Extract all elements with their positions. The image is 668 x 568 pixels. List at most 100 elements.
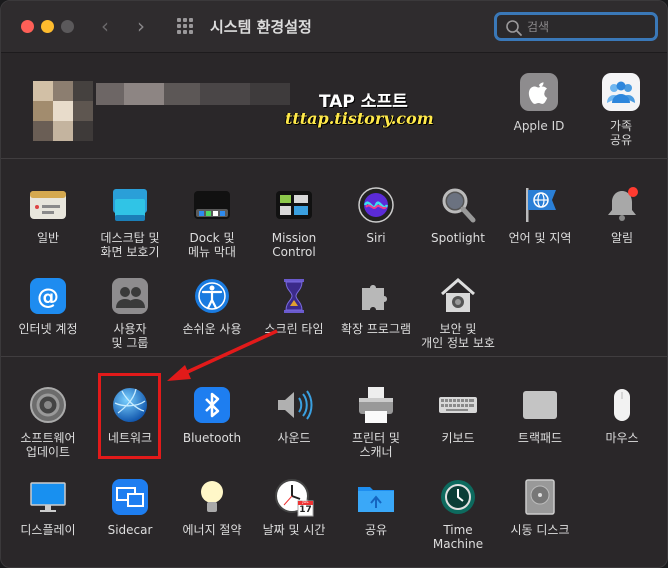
pane-sidecar[interactable]: Sidecar [89,477,171,537]
user-name-blurred [96,83,316,107]
sidecar-icon [110,477,150,517]
pane-label: 알림 [610,231,634,245]
pane-printers-scanners[interactable]: 프린터 및 스캐너 [335,385,417,459]
apple-id-pane[interactable]: Apple ID [499,73,579,133]
pane-label: 공유 [364,523,388,537]
pane-label: 시동 디스크 [510,523,570,537]
internet-accounts-icon: @ [28,276,68,316]
pane-screen-time[interactable]: 스크린 타임 [253,276,335,336]
date-month-label: JUL [302,499,309,504]
pane-label: 확장 프로그램 [340,322,412,336]
search-input[interactable] [527,17,647,37]
pane-bluetooth[interactable]: Bluetooth [171,385,253,445]
pane-keyboard[interactable]: 키보드 [417,385,499,445]
pane-time-machine[interactable]: Time Machine [417,477,499,551]
close-button[interactable] [21,20,34,33]
sharing-icon [356,477,396,517]
screen-time-icon [274,276,314,316]
pane-dock-menubar[interactable]: Dock 및 메뉴 막대 [171,185,253,259]
pane-sound[interactable]: 사운드 [253,385,335,445]
pane-label: 스크린 타임 [264,322,324,336]
notifications-icon [602,185,642,225]
accessibility-icon [192,276,232,316]
svg-text:@: @ [37,285,59,310]
pane-siri[interactable]: Siri [335,185,417,245]
pane-language-region[interactable]: 언어 및 지역 [499,185,581,245]
pane-software-update[interactable]: 소프트웨어 업데이트 [7,385,89,459]
pane-label: 소프트웨어 업데이트 [20,431,76,459]
pane-label: 사용자 및 그룹 [111,322,149,350]
pane-label: 프린터 및 스캐너 [352,431,400,459]
pane-label: Bluetooth [182,431,242,445]
zoom-button[interactable] [61,20,74,33]
pane-label: Spotlight [431,231,485,245]
pane-label: Siri [366,231,386,245]
pane-label: 언어 및 지역 [508,231,572,245]
pane-label: Mission Control [271,231,317,259]
pane-desktop-screensaver[interactable]: 데스크탑 및 화면 보호기 [89,185,171,259]
pane-trackpad[interactable]: 트랙패드 [499,385,581,445]
date-time-icon: JUL 17 [274,477,314,517]
pane-notifications[interactable]: 알림 [581,185,663,245]
pane-mission-control[interactable]: Mission Control [253,185,335,259]
dock-icon [192,185,232,225]
avatar[interactable] [33,81,93,141]
back-button[interactable]: ‹ [101,14,109,38]
pane-label: 키보드 [441,431,475,445]
minimize-button[interactable] [41,20,54,33]
language-region-icon [520,185,560,225]
pane-spotlight[interactable]: Spotlight [417,185,499,245]
pane-label: 날짜 및 시간 [262,523,326,537]
general-icon [28,185,68,225]
software-update-icon [28,385,68,425]
pane-label: 트랙패드 [517,431,563,445]
pane-label: 에너지 절약 [182,523,242,537]
displays-icon [28,477,68,517]
pane-security-privacy[interactable]: 보안 및 개인 정보 보호 [417,276,499,350]
bluetooth-icon [192,385,232,425]
users-groups-icon [110,276,150,316]
pane-extensions[interactable]: 확장 프로그램 [335,276,417,336]
security-privacy-icon [438,276,478,316]
family-sharing-icon [602,73,640,111]
watermark-url: tttap.tistory.com [285,109,434,128]
pane-label: 손쉬운 사용 [182,322,242,336]
pane-label: 일반 [36,231,60,245]
sound-icon [274,385,314,425]
network-highlight-box [98,373,161,459]
siri-icon [356,185,396,225]
pane-label: Time Machine [432,523,484,551]
pane-startup-disk[interactable]: 시동 디스크 [499,477,581,537]
keyboard-icon [438,385,478,425]
window-title: 시스템 환경설정 [210,18,312,36]
desktop-screensaver-icon [110,185,150,225]
time-machine-icon [438,477,478,517]
pane-label: 보안 및 개인 정보 보호 [421,322,495,350]
pane-internet-accounts[interactable]: @ 인터넷 계정 [7,276,89,336]
pane-general[interactable]: 일반 [7,185,89,245]
extensions-icon [356,276,396,316]
energy-saver-icon [192,477,232,517]
pane-label: 사운드 [277,431,311,445]
pane-energy-saver[interactable]: 에너지 절약 [171,477,253,537]
spotlight-icon [438,185,478,225]
pane-date-time[interactable]: JUL 17 날짜 및 시간 [253,477,335,537]
apple-icon [520,73,558,111]
search-field[interactable] [494,12,658,41]
preferences-section-1: 일반 데스크탑 및 화면 보호기 Dock 및 메뉴 막대 Mission Co… [1,161,667,357]
system-preferences-window: ‹ › 시스템 환경설정 검색 TAP 소프트 tttap.tistory.co… [0,0,668,568]
forward-button[interactable]: › [137,14,145,38]
pane-users-groups[interactable]: 사용자 및 그룹 [89,276,171,350]
trackpad-icon [520,385,560,425]
pane-displays[interactable]: 디스플레이 [7,477,89,537]
pane-label: 마우스 [605,431,639,445]
pane-label: 데스크탑 및 화면 보호기 [100,231,160,259]
date-day-label: 17 [299,505,312,515]
pane-accessibility[interactable]: 손쉬운 사용 [171,276,253,336]
family-sharing-pane[interactable]: 가족 공유 [581,73,661,147]
pane-label: Sidecar [107,523,153,537]
show-all-grid-icon[interactable] [177,18,195,34]
search-icon [506,20,522,36]
pane-sharing[interactable]: 공유 [335,477,417,537]
pane-mouse[interactable]: 마우스 [581,385,663,445]
